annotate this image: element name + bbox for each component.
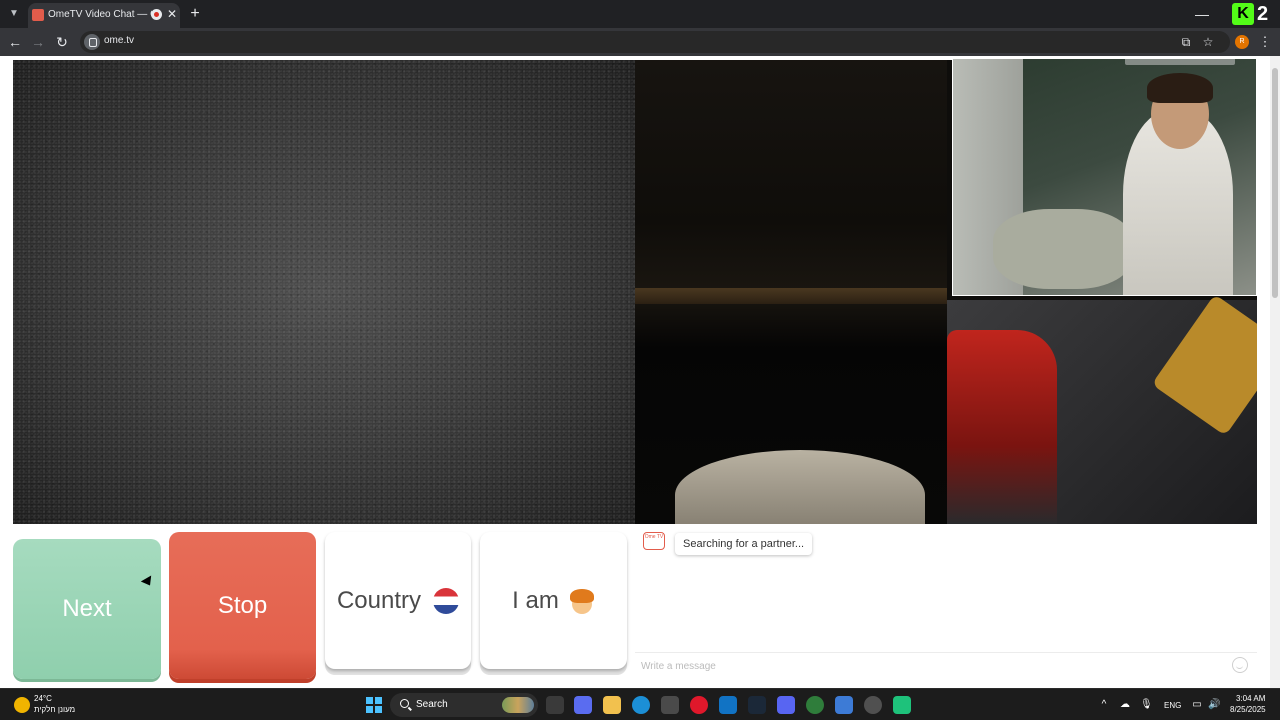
windows-start-icon[interactable]: [366, 697, 382, 713]
microsoft-store-icon[interactable]: [661, 696, 679, 714]
taskbar-search[interactable]: Search: [390, 693, 538, 717]
browser-toolbar: ← → ↻ ome.tv ⧉ ☆ R ⋮: [0, 28, 1280, 56]
clock-date[interactable]: 8/25/2025: [1230, 705, 1266, 714]
app-icon-green[interactable]: [893, 696, 911, 714]
volume-icon[interactable]: 🔊: [1208, 699, 1220, 711]
netherlands-flag-icon: [433, 587, 460, 614]
browser-tab-active[interactable]: OmeTV Video Chat — Ome ✕: [28, 3, 180, 28]
app-icon-blue[interactable]: [835, 696, 853, 714]
windows-taskbar: 24°C מעונן חלקית Search ^ ☁ 🎙 ENG ▭ 🔊 3:…: [0, 688, 1280, 720]
back-arrow-icon[interactable]: ←: [5, 32, 25, 52]
window-minimize-button[interactable]: —: [1192, 4, 1212, 24]
pip-overlay-label: [1125, 59, 1235, 65]
search-highlight-image: [502, 697, 534, 713]
weather-condition[interactable]: מעונן חלקית: [34, 705, 75, 714]
recording-indicator-icon: [151, 9, 162, 20]
ometv-logo-icon: Ome TV: [643, 532, 665, 550]
onedrive-cloud-icon[interactable]: ☁: [1119, 699, 1131, 711]
address-bar[interactable]: ome.tv ⧉ ☆: [80, 31, 1230, 53]
steam-icon[interactable]: [748, 696, 766, 714]
boy-hair: [569, 588, 594, 603]
browser-tabbar: ▼ OmeTV Video Chat — Ome ✕ + — K 2: [0, 0, 1280, 28]
next-button[interactable]: Next: [13, 539, 161, 679]
chat-input-area: [635, 652, 1257, 678]
discord-icon[interactable]: [777, 696, 795, 714]
pip-hair: [1147, 73, 1213, 103]
video-shelf: [635, 288, 947, 304]
chat-message-input[interactable]: [641, 657, 1221, 675]
extension-count: 2: [1257, 3, 1269, 25]
page-scrollbar[interactable]: [1270, 56, 1280, 688]
new-tab-button[interactable]: +: [185, 4, 205, 24]
opera-icon[interactable]: [690, 696, 708, 714]
file-explorer-icon[interactable]: [603, 696, 621, 714]
install-app-icon[interactable]: ⧉: [1178, 34, 1194, 50]
gender-button-label: I am: [512, 586, 559, 614]
forward-arrow-icon[interactable]: →: [28, 32, 48, 52]
scrollbar-thumb[interactable]: [1272, 68, 1278, 298]
microphone-icon[interactable]: 🎙: [1140, 699, 1153, 711]
outlook-icon[interactable]: [719, 696, 737, 714]
obs-icon[interactable]: [864, 696, 882, 714]
country-button-label: Country: [336, 586, 422, 614]
picture-in-picture-video: [952, 58, 1257, 296]
copilot-icon[interactable]: [574, 696, 592, 714]
edge-icon[interactable]: [632, 696, 650, 714]
tab-close-icon[interactable]: ✕: [165, 6, 179, 22]
url-text[interactable]: ome.tv: [104, 35, 134, 46]
partner-video-static: [13, 60, 635, 524]
task-view-icon[interactable]: [546, 696, 564, 714]
profile-avatar[interactable]: R: [1235, 35, 1249, 49]
clock-time[interactable]: 3:04 AM: [1236, 694, 1265, 703]
tab-title: OmeTV Video Chat — Ome: [48, 9, 152, 20]
weather-partly-cloudy-icon[interactable]: [14, 697, 30, 713]
language-indicator[interactable]: ENG: [1164, 701, 1181, 710]
country-button[interactable]: Country: [325, 532, 471, 669]
tab-search-chevron-icon[interactable]: ▼: [4, 4, 24, 24]
browser-menu-icon[interactable]: ⋮: [1258, 32, 1272, 52]
taskbar-search-label: Search: [416, 699, 448, 710]
pip-pillow: [993, 209, 1133, 289]
ometv-favicon-icon: [32, 9, 44, 21]
stop-button-label: Stop: [217, 591, 268, 619]
ometv-page: Next Stop Country I am Ome TV Searching …: [0, 56, 1280, 688]
next-button-label: Next: [62, 595, 112, 622]
chat-panel: Ome TV Searching for a partner...: [635, 524, 1257, 686]
chrome-icon[interactable]: [806, 696, 824, 714]
emoji-smiley-icon[interactable]: [1232, 657, 1248, 673]
search-icon: [400, 699, 409, 708]
boy-emoji-icon: [569, 588, 595, 614]
video-gaming-chair: [947, 330, 1057, 524]
weather-temperature[interactable]: 24°C: [34, 694, 52, 703]
tray-chevron-up-icon[interactable]: ^: [1098, 699, 1110, 711]
kick-extension-icon[interactable]: K: [1232, 3, 1254, 25]
site-info-icon[interactable]: [84, 34, 100, 50]
chat-status-message: Searching for a partner...: [675, 533, 813, 555]
stop-button[interactable]: Stop: [169, 532, 316, 679]
network-icon[interactable]: ▭: [1191, 699, 1203, 711]
reload-icon[interactable]: ↻: [52, 32, 72, 52]
gender-button[interactable]: I am: [480, 532, 627, 669]
bookmark-star-icon[interactable]: ☆: [1200, 34, 1216, 50]
